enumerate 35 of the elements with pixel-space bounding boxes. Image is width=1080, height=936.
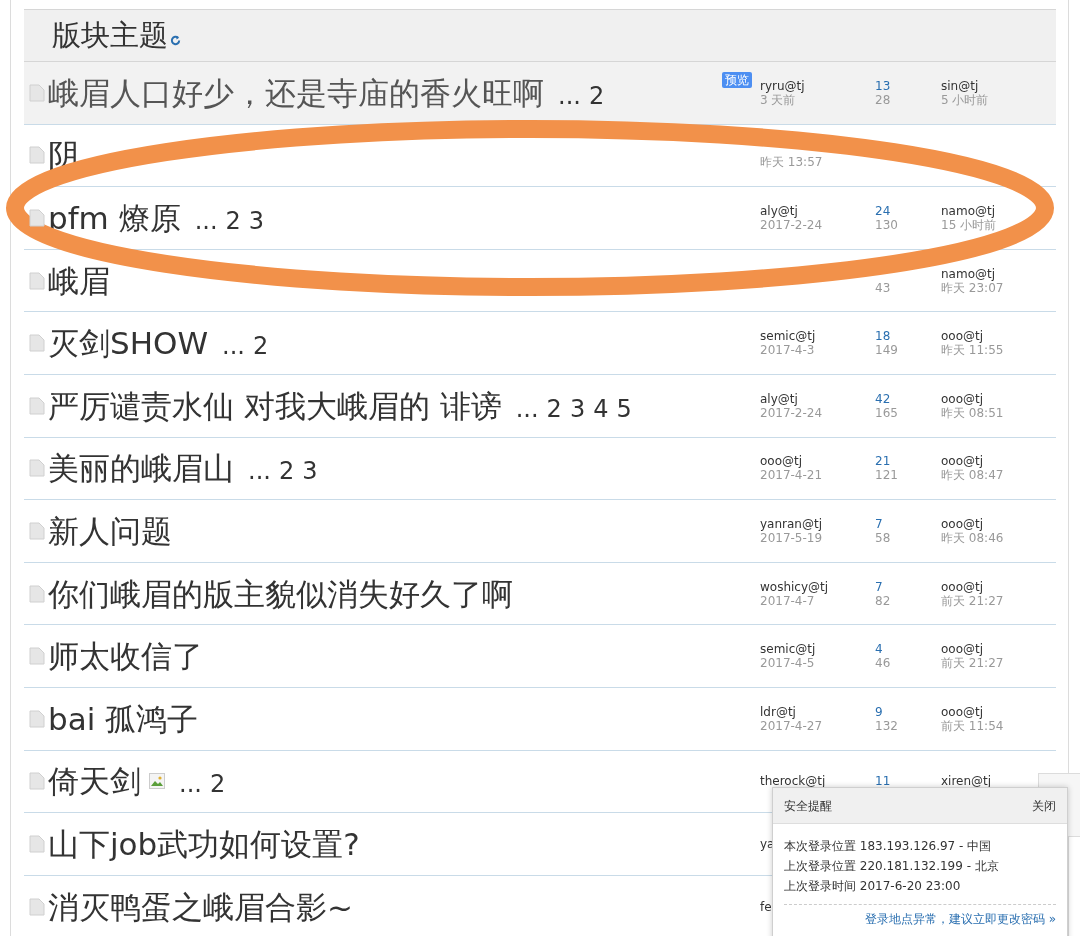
popup-title: 安全提醒	[784, 797, 832, 815]
post-date: 2017-4-21	[760, 468, 824, 483]
post-date: 2017-4-3	[760, 343, 816, 358]
last-reply-time: 15 小时前	[941, 218, 998, 232]
view-count: 121	[875, 468, 899, 483]
post-date: 2017-4-5	[760, 656, 816, 671]
view-count: 130	[875, 218, 899, 232]
last-reply-time: 昨天 08:47	[941, 468, 1005, 483]
view-count: 165	[875, 405, 899, 420]
last-reply-time: 5 小时前	[941, 92, 990, 107]
post-date: 3 天前	[760, 92, 796, 107]
view-count: 43	[875, 280, 892, 295]
last-reply-time: 昨天 11:55	[941, 343, 1005, 358]
login-info-line: 上次登录时间 2017-6-20 23:00	[784, 878, 962, 895]
last-reply-time: 昨天 08:46	[941, 530, 1005, 545]
post-date: 2017-5-19	[760, 530, 824, 545]
post-date: 2017-4-7	[760, 593, 815, 608]
view-count: 46	[875, 656, 892, 671]
view-count: 58	[875, 530, 892, 545]
view-count: 149	[875, 343, 899, 358]
login-info-line: 本次登录位置 183.193.126.97 - 中国	[784, 838, 993, 855]
view-count: 28	[875, 92, 892, 107]
view-count: 132	[875, 718, 899, 733]
header-title: 版块主题	[52, 16, 168, 54]
last-reply-time: 前天 21:27	[941, 656, 1005, 671]
last-reply-time: 前天 11:54	[941, 718, 1005, 733]
post-date: 2017-2-24	[760, 218, 824, 232]
view-count: 82	[875, 593, 892, 608]
last-reply-time: 昨天 08:51	[941, 405, 1005, 420]
login-info-line: 上次登录位置 220.181.132.199 - 北京	[784, 858, 1000, 875]
post-date: 昨天 13:57	[760, 155, 824, 170]
last-reply-time: 昨天 23:07	[941, 280, 1005, 295]
last-reply-time: 前天 21:27	[941, 593, 1005, 608]
post-date: 2017-4-27	[760, 718, 824, 733]
post-date: 2017-2-24	[760, 405, 824, 420]
